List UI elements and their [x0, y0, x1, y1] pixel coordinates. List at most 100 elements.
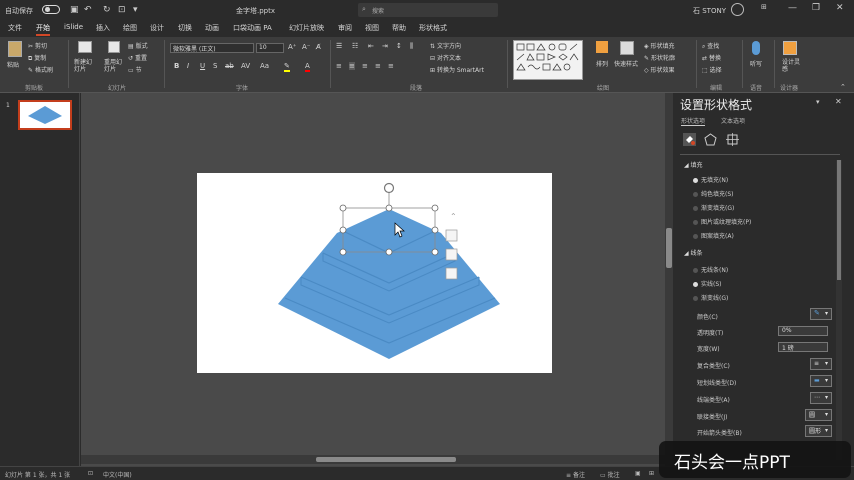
quick-styles-icon[interactable] [620, 41, 634, 55]
tab-home[interactable]: 开始 [36, 23, 50, 36]
font-color-icon[interactable]: A [305, 62, 310, 72]
shadow-icon[interactable]: S [213, 62, 217, 70]
slide-canvas[interactable]: ⌃ [81, 93, 665, 466]
dash-type-dropdown[interactable]: ▬ ▾ [810, 375, 832, 387]
design-ideas-icon[interactable] [783, 41, 797, 55]
canvas-vertical-scrollbar[interactable] [665, 93, 673, 466]
pane-options-icon[interactable]: ▾ [816, 98, 820, 106]
avatar[interactable] [731, 3, 744, 16]
tab-view[interactable]: 视图 [365, 23, 379, 33]
arrange-button[interactable]: 排列 [596, 59, 608, 68]
design-ideas-button[interactable]: 设计灵感 [782, 59, 800, 73]
paste-button[interactable]: 粘贴 [7, 60, 19, 69]
new-slide-button[interactable]: 新建幻灯片 [74, 59, 96, 73]
collapse-float-icon[interactable]: ⌃ [450, 212, 457, 221]
decrease-font-icon[interactable]: A⁻ [302, 43, 310, 51]
resize-handle-t[interactable] [385, 204, 393, 212]
clear-format-icon[interactable]: A̸ [316, 43, 321, 51]
shapes-gallery[interactable] [513, 40, 583, 80]
tab-draw[interactable]: 绘图 [123, 23, 137, 33]
begin-arrow-dropdown[interactable]: 圆形 ▾ [805, 425, 832, 437]
strikethrough-icon[interactable]: ab [225, 62, 234, 70]
close-icon[interactable]: ✕ [836, 3, 844, 13]
pyramid-base-shape[interactable] [278, 209, 500, 359]
shape-effects-button[interactable]: ◇ 形状效果 [644, 65, 675, 74]
tab-shape-format[interactable]: 形状格式 [419, 23, 447, 33]
replace-button[interactable]: ⇄ 替换 [702, 53, 721, 62]
resize-handle-b[interactable] [385, 248, 393, 256]
language-status[interactable]: 中文(中国) [103, 470, 132, 479]
new-slide-icon[interactable] [78, 41, 92, 53]
decrease-indent-icon[interactable]: ⇤ [368, 42, 374, 50]
sorter-view-icon[interactable]: ⊞ [649, 470, 654, 477]
undo-icon[interactable]: ↶ [84, 5, 92, 15]
fill-option-gradient[interactable]: 渐变填充(G) [693, 203, 734, 212]
restore-icon[interactable]: ❐ [812, 3, 820, 13]
fill-option-solid[interactable]: 纯色填充(S) [693, 189, 734, 198]
effects-icon[interactable] [704, 133, 717, 146]
align-text-button[interactable]: ⊟ 对齐文本 [430, 53, 461, 62]
distribute-icon[interactable]: ≡ [388, 62, 394, 70]
align-left-icon[interactable]: ≡ [336, 62, 342, 70]
fill-line-icon[interactable] [683, 133, 696, 146]
width-input[interactable]: 1 磅 [778, 342, 828, 352]
tab-animations[interactable]: 动画 [205, 23, 219, 33]
save-icon[interactable]: ▣ [70, 5, 79, 15]
quick-styles-button[interactable]: 快速样式 [614, 59, 638, 68]
justify-icon[interactable]: ≡ [375, 62, 381, 70]
fill-section-header[interactable]: ◢ 填充 [684, 160, 703, 169]
tab-review[interactable]: 审阅 [338, 23, 352, 33]
find-button[interactable]: ⌕ 查找 [702, 41, 719, 51]
line-option-solid[interactable]: 实线(S) [693, 279, 722, 288]
font-name-dropdown[interactable]: 微软雅黑 (正文) [170, 43, 254, 53]
arrange-icon[interactable] [596, 41, 608, 53]
scroll-thumb[interactable] [666, 228, 672, 268]
comments-status-button[interactable]: ▭ 批注 [600, 470, 620, 479]
shape-fill-button[interactable]: ◈ 形状填充 [644, 41, 675, 50]
tab-help[interactable]: 帮助 [392, 23, 406, 33]
tab-file[interactable]: 文件 [8, 23, 22, 33]
cut-button[interactable]: ✂ 剪切 [28, 41, 47, 50]
highlight-icon[interactable]: ✎ [284, 62, 290, 72]
layout-options-icon[interactable] [445, 229, 458, 242]
tab-transitions[interactable]: 切换 [178, 23, 192, 33]
line-end-dropdown[interactable]: ⋯ ▾ [810, 392, 832, 404]
microphone-icon[interactable] [752, 41, 760, 55]
tab-slideshow[interactable]: 幻灯片放映 [289, 23, 324, 33]
canvas-horizontal-scrollbar[interactable] [81, 455, 665, 464]
join-type-dropdown[interactable]: 圆 ▾ [805, 409, 832, 421]
tab-design[interactable]: 设计 [150, 23, 164, 33]
customize-quick-access-icon[interactable]: ▾ [133, 5, 138, 15]
present-icon[interactable]: ⊡ [118, 5, 126, 15]
line-color-picker[interactable]: ✎ ▾ [810, 308, 832, 320]
tab-pocket-animation[interactable]: 口袋动画 PA [233, 23, 272, 33]
fill-option-pattern[interactable]: 图案填充(A) [693, 231, 734, 240]
layout-button[interactable]: ▤ 版式 [128, 41, 148, 50]
smartart-button[interactable]: ⊞ 转换为 SmartArt [430, 65, 484, 74]
resize-handle-br[interactable] [431, 248, 439, 256]
underline-icon[interactable]: U [200, 62, 205, 70]
scroll-thumb[interactable] [316, 457, 456, 462]
resize-handle-bl[interactable] [339, 248, 347, 256]
reuse-slides-icon[interactable] [108, 41, 120, 53]
change-case-icon[interactable]: Aa [260, 62, 269, 70]
pane-close-icon[interactable]: ✕ [835, 97, 842, 106]
section-button[interactable]: ▭ 节 [128, 65, 142, 74]
paste-icon[interactable] [8, 41, 22, 57]
crop-float-icon[interactable] [445, 267, 458, 280]
fill-option-no-fill[interactable]: 无填充(N) [693, 175, 728, 184]
format-float-icon[interactable] [445, 248, 458, 261]
scroll-thumb[interactable] [837, 160, 841, 280]
align-right-icon[interactable]: ≡ [362, 62, 368, 70]
line-option-gradient[interactable]: 渐变线(G) [693, 293, 728, 302]
rotate-handle[interactable] [383, 182, 395, 194]
line-spacing-icon[interactable]: ↕ [396, 42, 402, 50]
normal-view-icon[interactable]: ▣ [635, 470, 641, 477]
fill-option-picture[interactable]: 图片或纹理填充(P) [693, 217, 751, 226]
resize-handle-tr[interactable] [431, 204, 439, 212]
resize-handle-l[interactable] [339, 226, 347, 234]
notes-button[interactable]: ≡ 备注 [566, 470, 585, 479]
increase-indent-icon[interactable]: ⇥ [382, 42, 388, 50]
italic-icon[interactable]: I [187, 62, 189, 70]
tab-islide[interactable]: iSlide [64, 23, 83, 31]
